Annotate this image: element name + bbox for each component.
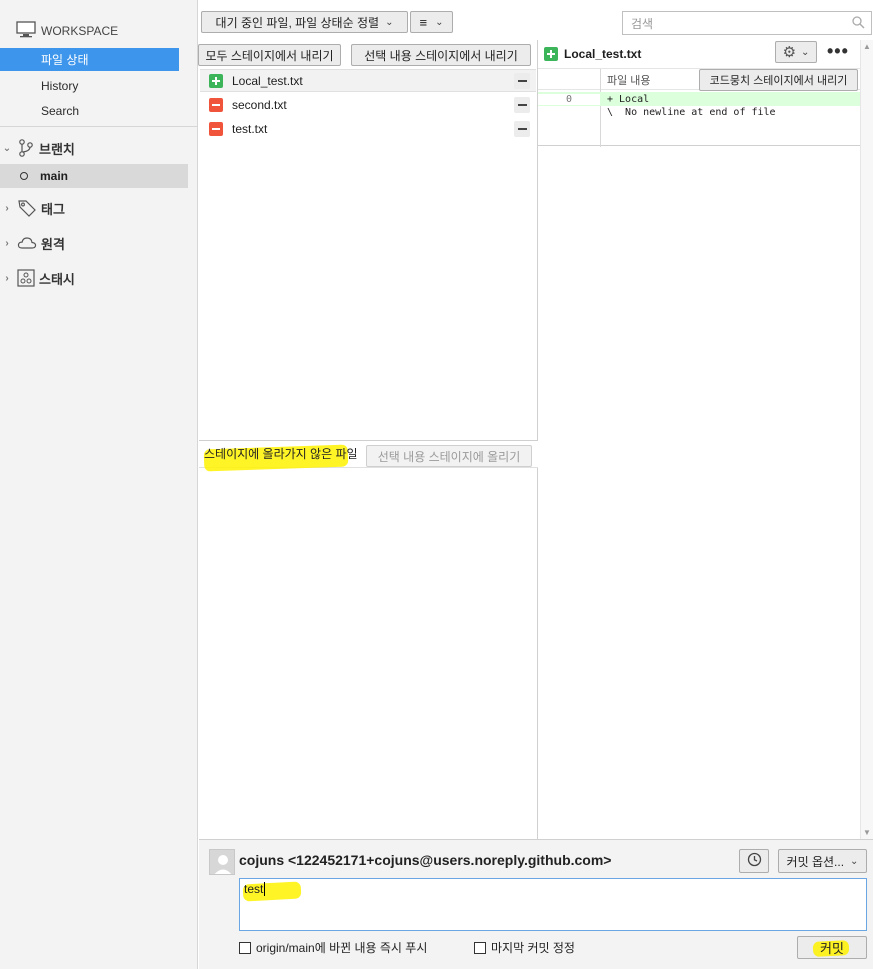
avatar [209,849,235,875]
diff-body: 0 + Local \ No newline at end of file [538,90,860,146]
sidebar-item-search[interactable]: Search [0,99,179,122]
unstage-selected-button[interactable]: 선택 내용 스테이지에서 내리기 [351,44,531,66]
file-name: test.txt [232,121,268,136]
sidebar-divider [0,126,198,127]
unstaged-files-pane [199,468,538,839]
branch-name: main [40,169,69,183]
workspace-header: WORKSPACE [16,20,118,42]
more-options-icon[interactable]: ••• [827,42,849,60]
commit-author: cojuns <122452171+cojuns@users.noreply.g… [239,852,612,868]
commit-button[interactable]: 커밋 [797,936,867,959]
tag-icon [17,198,37,218]
view-mode-dropdown[interactable]: ≡ ⌄ [410,11,453,33]
file-name: Local_test.txt [232,73,303,88]
amend-last-commit-label: 마지막 커밋 정정 [491,941,575,955]
workspace-label: WORKSPACE [41,24,119,38]
sidebar-section-branches[interactable]: ⌄ 브랜치 [0,136,198,160]
sidebar-section-stashes[interactable]: › 스태시 [0,266,198,290]
stashes-label: 스태시 [39,271,75,287]
unstage-all-button[interactable]: 모두 스테이지에서 내리기 [198,44,341,66]
branch-item-main[interactable]: main [0,164,188,188]
push-immediately-checkbox[interactable]: origin/main에 바뀐 내용 즉시 푸시 [239,939,427,956]
diff-file-name: Local_test.txt [564,47,642,61]
stash-icon [17,269,35,287]
hunk-title: 파일 내용 [607,75,651,87]
diff-header: Local_test.txt [538,40,873,68]
checkbox-box[interactable] [474,941,486,954]
sidebar-item-label: History [41,78,79,93]
sidebar-item-file-status[interactable]: 파일 상태 [0,48,179,71]
gear-icon: ⚙ [782,44,797,61]
search-placeholder: 검색 [631,16,654,31]
removed-file-icon [209,97,223,112]
added-file-icon [209,73,223,88]
chevron-down-icon: ⌄ [850,855,859,867]
unstaged-label: 스테이지에 올라가지 않은 파일 [204,447,358,461]
current-branch-dot-icon [20,172,28,180]
sidebar-item-label: Search [41,103,80,118]
stage-selected-label: 선택 내용 스테이지에 올리기 [377,449,521,464]
unstage-file-button[interactable] [514,72,530,89]
staged-file-row[interactable]: test.txt [200,117,536,140]
scroll-down-icon[interactable]: ▼ [863,828,871,837]
diff-line: 0 + Local [538,92,860,106]
diff-settings-button[interactable]: ⚙ ⌄ [775,41,817,63]
chevron-right-icon[interactable]: › [0,238,14,249]
staged-file-row[interactable]: second.txt [200,93,536,116]
chevron-right-icon[interactable]: › [0,203,14,214]
search-icon [852,16,865,32]
commit-message-text: test [244,882,264,896]
unstage-file-button[interactable] [514,120,530,137]
stage-selected-button[interactable]: 선택 내용 스테이지에 올리기 [366,445,532,467]
remotes-label: 원격 [41,236,65,252]
added-file-icon [544,47,558,61]
commit-message-field[interactable]: test​ [239,878,867,931]
clock-icon [747,852,762,870]
line-number: 0 [538,93,600,105]
sidebar-item-label: 파일 상태 [41,53,89,67]
sidebar-section-tags[interactable]: › 태그 [0,196,198,220]
cloud-icon [17,235,37,251]
monitor-icon [16,21,41,41]
diff-scrollbar[interactable]: ▲ ▼ [860,40,873,839]
chevron-down-icon: ⌄ [801,46,810,58]
chevron-down-icon: ⌄ [435,16,444,28]
unstage-all-label: 모두 스테이지에서 내리기 [205,48,334,63]
line-text: + Local [607,93,650,105]
commit-options-label: 커밋 옵션... [786,854,845,869]
sidebar: WORKSPACE 파일 상태 History Search ⌄ 브랜치 mai… [0,0,198,969]
chevron-right-icon[interactable]: › [0,273,14,284]
commit-button-label: 커밋 [820,941,844,956]
commit-options-dropdown[interactable]: 커밋 옵션... ⌄ [778,849,867,873]
file-name: second.txt [232,97,287,112]
sort-dropdown[interactable]: 대기 중인 파일, 파일 상태순 정렬 ⌄ [201,11,408,33]
sidebar-item-history[interactable]: History [0,74,179,97]
unstage-hunk-label: 코드뭉치 스테이지에서 내리기 [709,75,848,87]
checkbox-box[interactable] [239,941,251,954]
line-text: \ No newline at end of file [607,106,776,118]
search-input[interactable]: 검색 [622,11,872,35]
sort-dropdown-label: 대기 중인 파일, 파일 상태순 정렬 [215,15,380,30]
scroll-up-icon[interactable]: ▲ [863,42,871,51]
tags-label: 태그 [41,201,65,217]
chevron-down-icon: ⌄ [385,16,394,28]
staged-file-row[interactable]: Local_test.txt [200,69,536,92]
unstage-hunk-button[interactable]: 코드뭉치 스테이지에서 내리기 [699,69,858,91]
push-immediately-label: origin/main에 바뀐 내용 즉시 푸시 [256,941,428,955]
unstage-file-button[interactable] [514,96,530,113]
branches-label: 브랜치 [39,141,75,157]
commit-history-button[interactable] [739,849,769,873]
diff-line: \ No newline at end of file [538,105,860,119]
chevron-down-icon[interactable]: ⌄ [0,143,14,154]
amend-last-commit-checkbox[interactable]: 마지막 커밋 정정 [474,939,575,956]
branch-icon [17,138,35,158]
sidebar-section-remotes[interactable]: › 원격 [0,231,198,255]
list-icon: ≡ [419,14,428,30]
removed-file-icon [209,121,223,136]
unstage-selected-label: 선택 내용 스테이지에서 내리기 [364,48,518,63]
